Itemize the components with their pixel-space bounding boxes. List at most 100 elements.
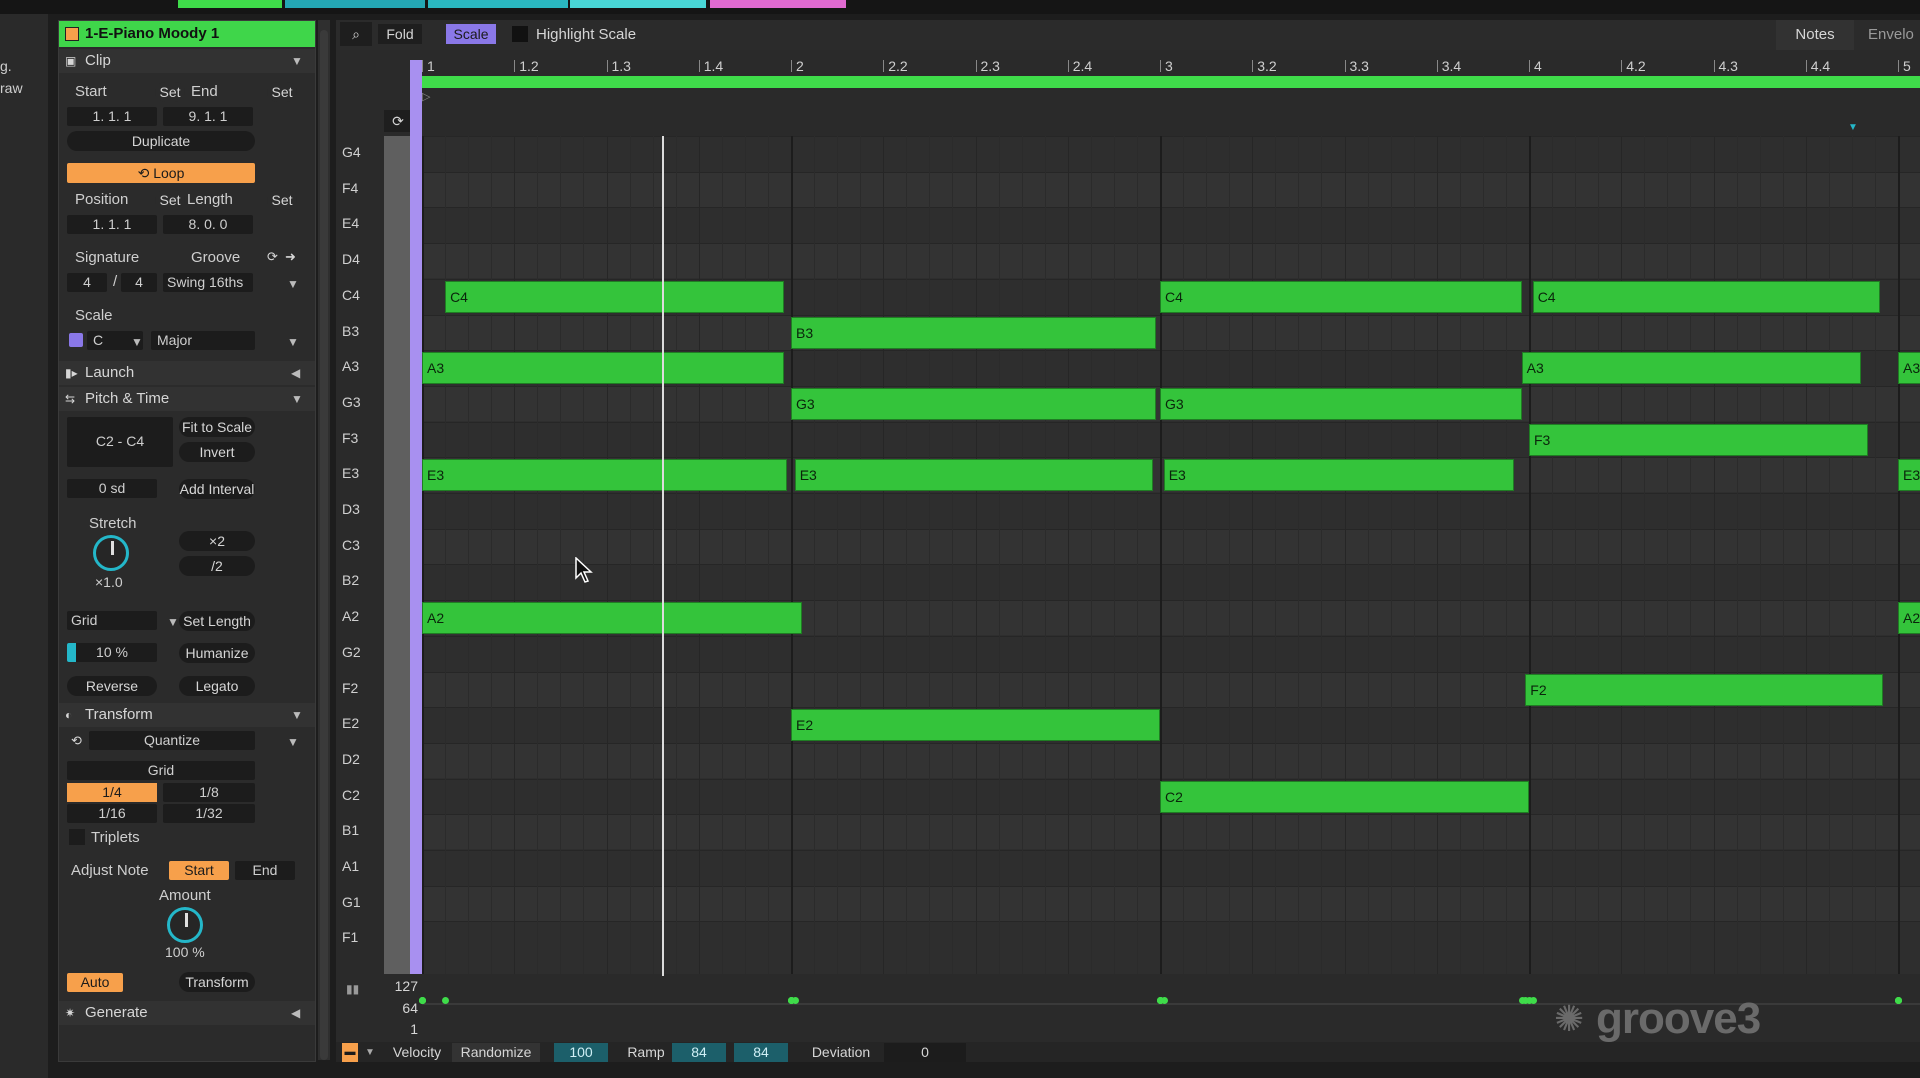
expand-icon[interactable]: ◀ bbox=[291, 1001, 300, 1025]
collapse-icon[interactable]: ▼ bbox=[291, 49, 303, 73]
position-field[interactable]: 1. 1. 1 bbox=[67, 215, 157, 234]
tab-envelopes[interactable]: Envelo bbox=[1868, 20, 1920, 50]
quantize-reset-icon[interactable]: ⟲ bbox=[71, 733, 82, 749]
sig-denominator[interactable]: 4 bbox=[121, 273, 157, 292]
ramp-end[interactable]: 84 bbox=[734, 1043, 788, 1062]
sd-field[interactable]: 0 sd bbox=[67, 479, 157, 498]
position-set-button[interactable]: Set bbox=[155, 190, 185, 210]
amount-knob[interactable] bbox=[167, 907, 203, 943]
loop-button[interactable]: ⟲ Loop bbox=[67, 163, 255, 183]
midi-note[interactable]: E3 bbox=[1898, 459, 1920, 492]
midi-note[interactable]: A2 bbox=[422, 602, 803, 635]
scale-toggle-icon[interactable] bbox=[69, 333, 83, 347]
section-generate-header[interactable]: ✷ Generate ◀ bbox=[59, 1001, 315, 1025]
stretch-x2-button[interactable]: ×2 bbox=[179, 531, 255, 551]
velocity-marker[interactable] bbox=[1157, 997, 1164, 1004]
deviation-value[interactable]: 0 bbox=[884, 1043, 966, 1062]
duplicate-button[interactable]: Duplicate bbox=[67, 131, 255, 151]
quantize-option-1-16[interactable]: 1/16 bbox=[67, 804, 157, 823]
clip-color-5[interactable] bbox=[710, 0, 846, 8]
midi-note[interactable]: C4 bbox=[1160, 280, 1522, 313]
invert-button[interactable]: Invert bbox=[179, 442, 255, 462]
section-transform-header[interactable]: ◐ Transform ▼ bbox=[59, 703, 315, 727]
clip-color-4[interactable] bbox=[570, 0, 706, 8]
quantize-select[interactable]: Quantize bbox=[89, 731, 255, 750]
transform-button[interactable]: Transform bbox=[179, 972, 255, 992]
search-icon[interactable]: ⌕ bbox=[340, 22, 372, 46]
midi-note[interactable]: A3 bbox=[422, 352, 784, 385]
midi-note[interactable]: E3 bbox=[1163, 459, 1515, 492]
start-set-button[interactable]: Set bbox=[155, 82, 185, 102]
start-marker-icon[interactable]: ▷ bbox=[422, 90, 430, 103]
midi-note[interactable]: B3 bbox=[791, 316, 1157, 349]
velocity-lane-icon[interactable]: ▮▮ bbox=[346, 982, 359, 996]
grid-select[interactable]: Grid bbox=[67, 611, 157, 630]
collapse-icon[interactable]: ▼ bbox=[291, 703, 303, 727]
adjust-start-button[interactable]: Start bbox=[169, 861, 229, 880]
tab-notes[interactable]: Notes bbox=[1776, 20, 1854, 50]
velocity-lane[interactable]: ▮▮ 127 64 1 groove3 ✺ bbox=[336, 976, 1920, 1043]
humanize-button[interactable]: Humanize bbox=[179, 643, 255, 663]
section-clip-header[interactable]: ▣ Clip ▼ bbox=[59, 49, 315, 73]
midi-note[interactable]: C4 bbox=[445, 280, 784, 313]
midi-note[interactable]: A3 bbox=[1521, 352, 1862, 385]
velocity-marker[interactable] bbox=[442, 997, 450, 1004]
reverse-button[interactable]: Reverse bbox=[67, 676, 157, 696]
velocity-chevron-down-icon[interactable]: ▼ bbox=[364, 1043, 376, 1062]
midi-note[interactable]: E2 bbox=[791, 709, 1160, 742]
velocity-marker[interactable] bbox=[788, 997, 795, 1004]
sig-numerator[interactable]: 4 bbox=[67, 273, 107, 292]
set-length-button[interactable]: Set Length bbox=[179, 611, 255, 631]
section-launch-header[interactable]: ▮▸ Launch ◀ bbox=[59, 361, 315, 385]
clip-color-1[interactable] bbox=[178, 0, 282, 8]
groove-select[interactable]: Swing 16ths bbox=[163, 273, 253, 292]
midi-note[interactable]: E3 bbox=[794, 459, 1153, 492]
midi-note[interactable]: G3 bbox=[791, 387, 1157, 420]
groove-arrow-icon[interactable]: ➜ bbox=[285, 249, 296, 265]
expand-icon[interactable]: ◀ bbox=[291, 361, 300, 385]
length-set-button[interactable]: Set bbox=[267, 190, 297, 210]
legato-button[interactable]: Legato bbox=[179, 676, 255, 696]
ramp-start[interactable]: 84 bbox=[672, 1043, 726, 1062]
triplets-checkbox[interactable] bbox=[69, 829, 85, 845]
quantize-option-1-32[interactable]: 1/32 bbox=[163, 804, 255, 823]
midi-note[interactable]: F3 bbox=[1529, 423, 1869, 456]
midi-note[interactable]: C4 bbox=[1532, 280, 1880, 313]
start-field[interactable]: 1. 1. 1 bbox=[67, 107, 157, 126]
quantize-option-1-8[interactable]: 1/8 bbox=[163, 783, 255, 802]
add-interval-button[interactable]: Add Interval bbox=[179, 479, 255, 499]
length-field[interactable]: 8. 0. 0 bbox=[163, 215, 253, 234]
end-field[interactable]: 9. 1. 1 bbox=[163, 107, 253, 126]
adjust-end-button[interactable]: End bbox=[235, 861, 295, 880]
midi-note[interactable]: E3 bbox=[422, 459, 788, 492]
velocity-marker[interactable] bbox=[419, 997, 426, 1004]
humanize-amount-field[interactable]: 10 % bbox=[67, 643, 157, 662]
quantize-option-1-4[interactable]: 1/4 bbox=[67, 783, 157, 802]
panel-scrollbar[interactable] bbox=[320, 30, 328, 1060]
section-pitch-header[interactable]: ⇆ Pitch & Time ▼ bbox=[59, 387, 315, 411]
midi-note[interactable]: F2 bbox=[1525, 673, 1884, 706]
loop-toggle-icon[interactable]: ⟳ bbox=[384, 110, 412, 132]
end-marker-icon[interactable]: ▼ bbox=[1848, 122, 1858, 133]
midi-note[interactable]: G3 bbox=[1160, 387, 1522, 420]
midi-note[interactable]: A2 bbox=[1898, 602, 1920, 635]
end-set-button[interactable]: Set bbox=[267, 82, 297, 102]
auto-button[interactable]: Auto bbox=[67, 973, 123, 992]
stretch-div2-button[interactable]: /2 bbox=[179, 556, 255, 576]
scale-button[interactable]: Scale bbox=[446, 24, 496, 44]
note-grid[interactable]: C4 A3 E3 A2 B3 G3 E3 E2 C4 G3 E3 C2 C4 A3 F3 F2 A3 E3 A2 bbox=[422, 136, 1920, 974]
clip-title-bar[interactable]: 1-E-Piano Moody 1 bbox=[59, 21, 315, 47]
fit-to-scale-button[interactable]: Fit to Scale bbox=[179, 417, 255, 437]
highlight-scale-checkbox[interactable] bbox=[512, 26, 528, 42]
clip-color-3[interactable] bbox=[428, 0, 568, 8]
midi-note[interactable]: C2 bbox=[1160, 780, 1529, 813]
collapse-icon[interactable]: ▼ bbox=[291, 387, 303, 411]
groove-hotswap-icon[interactable]: ⟳ bbox=[267, 249, 278, 265]
clip-color-2[interactable] bbox=[285, 0, 425, 8]
randomize-amount[interactable]: 100 bbox=[554, 1043, 608, 1062]
randomize-button[interactable]: Randomize bbox=[452, 1043, 540, 1062]
velocity-editor-toggle-icon[interactable]: ▬ bbox=[342, 1043, 358, 1062]
loop-brace[interactable] bbox=[422, 76, 1920, 88]
clip-color-swatch[interactable] bbox=[65, 27, 79, 41]
midi-note[interactable]: A3 bbox=[1898, 352, 1920, 385]
